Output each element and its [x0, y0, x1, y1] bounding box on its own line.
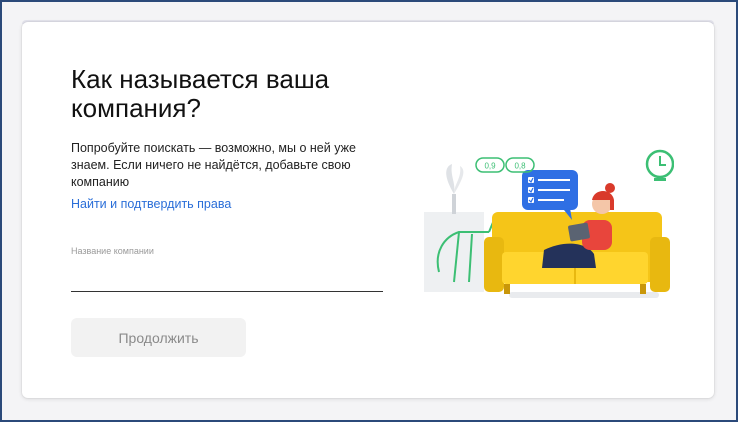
page-title: Как называется ваша компания?: [71, 64, 330, 123]
plant-icon: [446, 164, 464, 214]
rating-badge-icon: 0,9 0,8: [475, 157, 535, 173]
company-name-input[interactable]: [71, 260, 383, 292]
rating-value-1: 0,9: [484, 162, 496, 171]
company-name-label: Название компании: [71, 246, 154, 256]
description-text: Попробуйте поискать — возможно, мы о ней…: [71, 141, 356, 189]
continue-button[interactable]: Продолжить: [71, 318, 246, 357]
find-and-confirm-link[interactable]: Найти и подтвердить права: [71, 197, 231, 211]
company-name-card: Как называется ваша компания? Попробуйте…: [22, 22, 714, 398]
sofa-illustration: 0,9 0,8: [424, 149, 674, 298]
clock-icon: [645, 149, 674, 181]
rating-value-2: 0,8: [514, 162, 526, 171]
floor-shadow: [509, 292, 659, 298]
